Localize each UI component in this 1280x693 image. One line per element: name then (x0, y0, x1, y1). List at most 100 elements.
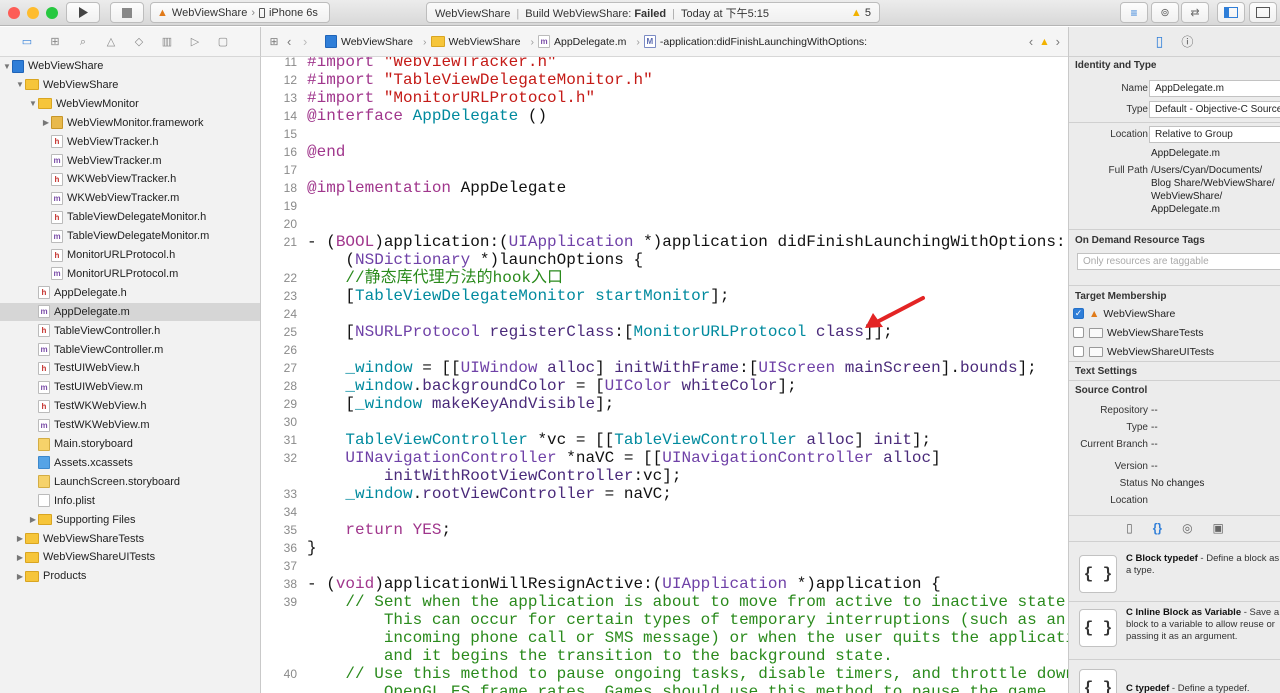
object-library-icon[interactable]: ◎ (1182, 521, 1192, 535)
next-issue-button[interactable]: › (1056, 34, 1060, 49)
warning-icon[interactable]: ▲ (1039, 36, 1049, 48)
source-editor[interactable]: 11 12 13 14 15 16 17 18 19 20 21 22 23 24 25 26 27 28 29 30… (261, 57, 1068, 693)
navigator-item[interactable]: h TableViewController.h (0, 322, 260, 340)
target-checkbox[interactable] (1073, 327, 1084, 338)
toggle-debug-button[interactable] (1249, 2, 1277, 23)
navigator-item[interactable]: ▼ WebViewMonitor (0, 95, 260, 113)
project-navigator: ▼ WebViewShare ▼ WebViewShare ▼ WebViewMonito… (0, 57, 261, 693)
navigator-item[interactable]: h TestWKWebView.h (0, 397, 260, 415)
location-select[interactable]: Relative to Group (1149, 126, 1280, 143)
debug-icon[interactable]: ▥ (160, 36, 174, 48)
disclosure-closed-icon[interactable]: ▶ (41, 118, 51, 127)
navigator-item[interactable]: Info.plist (0, 492, 260, 510)
fullpath-line: /Users/Cyan/Documents/ (1151, 165, 1263, 176)
navigator-item[interactable]: m TableViewController.m (0, 341, 260, 359)
navigator-item[interactable]: Main.storyboard (0, 435, 260, 453)
scheme-selector[interactable]: ▲ WebViewShare › iPhone 6s (150, 2, 330, 23)
navigator-item[interactable]: h TableViewDelegateMonitor.h (0, 208, 260, 226)
version-editor-button[interactable]: ⇄ (1181, 2, 1209, 23)
folder-icon[interactable]: ▭ (20, 36, 34, 48)
jumpbar-project[interactable]: WebViewShare (325, 35, 413, 48)
m-file-icon: m (38, 305, 50, 319)
navigator-item[interactable]: ▼ WebViewShare (0, 57, 260, 75)
name-field[interactable]: AppDelegate.m (1149, 80, 1280, 97)
minimize-window-button[interactable] (27, 7, 39, 19)
odr-tags-field[interactable]: Only resources are taggable (1077, 253, 1280, 270)
navigator-item[interactable]: LaunchScreen.storyboard (0, 473, 260, 491)
target-checkbox[interactable]: ✓ (1073, 308, 1084, 319)
media-library-icon[interactable]: ▣ (1213, 521, 1224, 535)
device-icon (258, 7, 265, 18)
navigator-item[interactable]: Assets.xcassets (0, 454, 260, 472)
line-number: 12 (283, 73, 297, 87)
source-control-title: Source Control (1075, 385, 1148, 396)
navigator-item[interactable]: m TableViewDelegateMonitor.m (0, 227, 260, 245)
report-icon[interactable]: ▢ (216, 36, 230, 48)
previous-issue-button[interactable]: ‹ (1029, 34, 1033, 49)
symbol-icon[interactable]: ⊞ (48, 36, 62, 48)
standard-editor-button[interactable]: ≡ (1120, 2, 1148, 23)
scheme-name: WebViewShare (171, 6, 248, 19)
jumpbar-method[interactable]: M -application:didFinishLaunchingWithOpti… (643, 35, 867, 48)
disclosure-open-icon[interactable]: ▼ (15, 80, 25, 89)
navigator-item[interactable]: m WKWebViewTracker.m (0, 189, 260, 207)
text-settings-title[interactable]: Text Settings (1075, 366, 1137, 377)
disclosure-closed-icon[interactable]: ▶ (15, 534, 25, 543)
file-template-icon[interactable]: ▯ (1126, 521, 1133, 535)
file-inspector-icon[interactable]: ▯ (1156, 33, 1164, 50)
navigator-item[interactable]: ▶ WebViewMonitor.framework (0, 114, 260, 132)
warning-icon[interactable]: △ (104, 36, 118, 48)
navigator-item[interactable]: h MonitorURLProtocol.h (0, 246, 260, 264)
disclosure-open-icon[interactable]: ▼ (28, 99, 38, 108)
back-button[interactable]: ‹ (287, 34, 303, 49)
navigator-item[interactable]: m TestWKWebView.m (0, 416, 260, 434)
code-line: // Sent when the application is about to… (345, 593, 1068, 611)
divider (1069, 601, 1280, 602)
navigator-item[interactable]: h AppDelegate.h (0, 284, 260, 302)
navigator-item[interactable]: ▶ WebViewShareTests (0, 530, 260, 548)
forward-button[interactable]: › (303, 34, 325, 49)
code-line: #import "TableViewDelegateMonitor.h" (307, 71, 653, 89)
navigator-item[interactable]: m WebViewTracker.m (0, 152, 260, 170)
search-icon[interactable]: ⌕ (76, 36, 90, 48)
navigator-item[interactable]: ▶ Supporting Files (0, 511, 260, 529)
navigator-item-label: WebViewShareTests (43, 532, 145, 545)
version-label: Version (1114, 461, 1148, 472)
navigator-item[interactable]: ▶ Products (0, 567, 260, 585)
test-icon[interactable]: ◇ (132, 36, 146, 48)
navigator-item[interactable]: h WKWebViewTracker.h (0, 170, 260, 188)
navigator-item[interactable]: m TestUIWebView.m (0, 378, 260, 396)
run-button[interactable] (66, 2, 100, 23)
red-arrow-annotation (865, 296, 925, 328)
navigator-item[interactable]: m AppDelegate.m (0, 302, 260, 321)
assistant-editor-button[interactable]: ⊚ (1151, 2, 1179, 23)
help-inspector-icon[interactable]: ⓘ (1181, 33, 1193, 50)
code-snippet-icon[interactable]: {} (1153, 521, 1162, 535)
target-checkbox[interactable] (1073, 346, 1084, 357)
navigator-item[interactable]: ▶ WebViewShareUITests (0, 548, 260, 566)
breakpoint-icon[interactable]: ▷ (188, 36, 202, 48)
close-window-button[interactable] (8, 7, 20, 19)
navigator-item[interactable]: m MonitorURLProtocol.m (0, 265, 260, 283)
window-toolbar: ▲ WebViewShare › iPhone 6s WebViewShare |… (0, 0, 1280, 26)
disclosure-closed-icon[interactable]: ▶ (15, 553, 25, 562)
related-items-icon[interactable]: ⊞ (261, 36, 287, 48)
navigator-item[interactable]: h TestUIWebView.h (0, 359, 260, 377)
jumpbar-group[interactable]: WebViewShare (430, 36, 521, 48)
navigator-item-label: WebViewShare (28, 60, 104, 72)
disclosure-open-icon[interactable]: ▼ (2, 62, 12, 71)
type-select[interactable]: Default - Objective-C Source (1149, 101, 1280, 118)
navigator-item[interactable]: h WebViewTracker.h (0, 133, 260, 151)
line-number: 35 (283, 523, 297, 537)
stop-button[interactable] (110, 2, 144, 23)
warning-badge[interactable]: ▲ 5 (851, 7, 871, 19)
arrows-icon: ⇄ (1190, 7, 1200, 19)
disclosure-closed-icon[interactable]: ▶ (28, 515, 38, 524)
snippet-item[interactable]: { } C Inline Block as Variable - Save a … (1079, 603, 1280, 665)
jumpbar-file[interactable]: m AppDelegate.m (538, 35, 626, 48)
navigator-item[interactable]: ▼ WebViewShare (0, 76, 260, 94)
disclosure-closed-icon[interactable]: ▶ (15, 572, 25, 581)
zoom-window-button[interactable] (46, 7, 58, 19)
toggle-navigator-button[interactable] (1217, 2, 1245, 23)
snippet-item[interactable]: { } C typedef - Define a typedef. (1079, 663, 1280, 693)
